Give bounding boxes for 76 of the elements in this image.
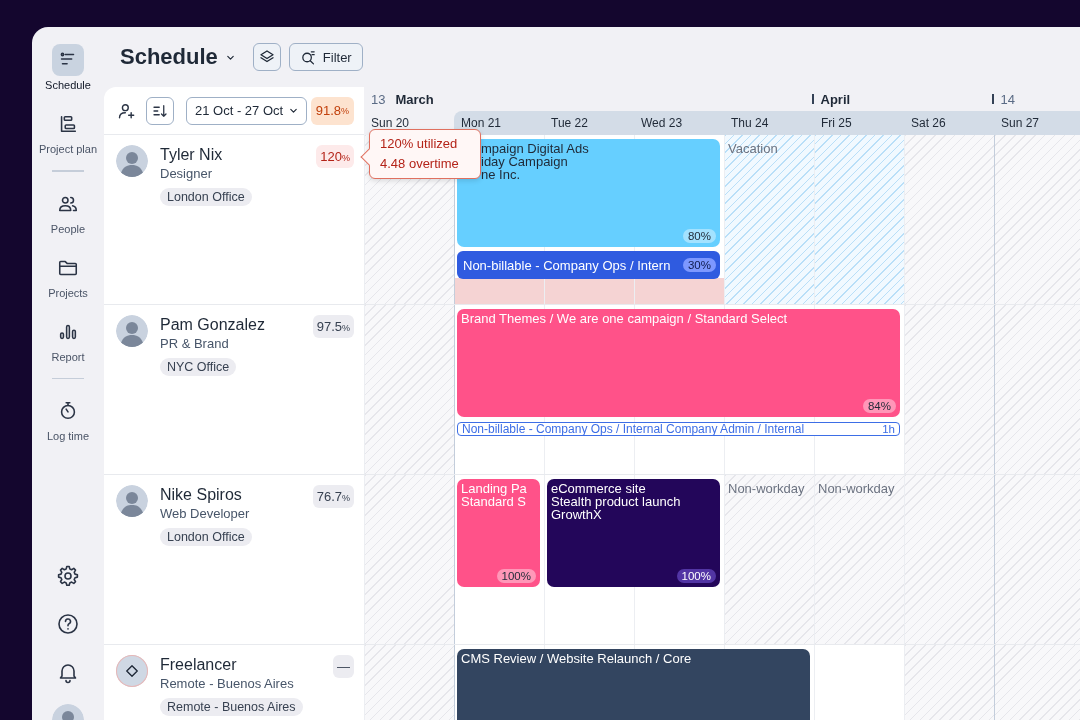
booking-card[interactable]: Brand Themes / We are one campaign / Standard Select 84% [457, 309, 900, 417]
person-role: Web Developer [160, 505, 250, 523]
day-header: Wed 23 [634, 111, 724, 135]
person-role: Designer [160, 165, 213, 183]
filter-icon [299, 48, 317, 66]
nav-item[interactable]: Project plan [38, 108, 98, 156]
booking-text: Standard S [461, 495, 527, 508]
booking-text: iday Campaign [481, 155, 568, 168]
booking-card[interactable]: CMS Review / Website Relaunch / Core [457, 649, 810, 720]
office-tag: London Office [160, 188, 252, 206]
utilization-badge: 76.7% [312, 485, 354, 508]
booking-text: Landing Pa [461, 482, 527, 495]
day-header: Mon 21 [454, 111, 544, 135]
layers-button[interactable] [252, 43, 281, 71]
person-name: Tyler Nix [160, 145, 223, 165]
hours-label: 1h [882, 423, 895, 435]
booking-text: ne Inc. [481, 168, 521, 181]
tooltip-line: 4.48 overtime [380, 156, 460, 172]
booking-text: Brand Themes / We are one campaign / Standard Select [461, 312, 788, 325]
filter-button[interactable]: Filter [288, 43, 363, 71]
booking-text: Non-billable - Company Ops / Intern [463, 257, 671, 273]
booking-card[interactable]: eCommerce site Stealth product launch GrowthX 100% [547, 479, 720, 587]
booking-card[interactable]: Landing Pa Standard S 100% [457, 479, 540, 587]
nav-item[interactable]: Projects [48, 251, 88, 300]
week-number: 14 [1000, 91, 1015, 107]
booking-text: GrowthX [551, 508, 602, 521]
day-header: Thu 24 [724, 111, 814, 135]
person-name: Pam Gonzalez [160, 315, 265, 335]
nav-item[interactable]: Log time [46, 395, 90, 443]
booking-text: eCommerce site [551, 482, 646, 495]
percent-badge: 100% [496, 569, 536, 583]
booking-text: CMS Review / Website Relaunch / Core [461, 652, 692, 665]
person-name: Nike Spiros [160, 485, 242, 505]
sort-button[interactable] [146, 96, 174, 125]
day-header: Sat 26 [904, 111, 994, 135]
percent-badge: 80% [682, 229, 716, 243]
day-header: Fri 25 [814, 111, 904, 135]
page-title: Schedule [120, 44, 218, 70]
nav-item[interactable]: People [50, 187, 86, 236]
person-name: Freelancer [160, 655, 237, 675]
tooltip-line: 120% utilized [380, 136, 459, 152]
week-number: 13 [371, 91, 386, 107]
nav-item[interactable]: Schedule [45, 44, 91, 92]
non-workday-label: Non-workday [818, 481, 895, 496]
day-header: Sun 27 [994, 111, 1080, 135]
day-header: Sun 20 [370, 115, 411, 132]
booking-text: mpaign Digital Ads [481, 142, 589, 155]
person-role: Remote - Buenos Aires [160, 675, 294, 693]
utilization-badge: 97.5% [312, 315, 354, 338]
non-workday-label: Non-workday [728, 481, 805, 496]
booking-text: Stealth product launch [551, 495, 681, 508]
tick-mark [812, 94, 814, 104]
month-label: March [395, 91, 434, 107]
utilization-badge: 120% [316, 145, 354, 168]
nav-item[interactable]: Report [51, 315, 85, 364]
booking-text: Non-billable - Company Ops / Internal Company Admin / Internal [462, 423, 805, 435]
vacation-label: Vacation [728, 141, 778, 156]
booking-card[interactable]: mpaign Digital Ads iday Campaign ne Inc. 80% [457, 139, 720, 247]
booking-outline[interactable]: Non-billable - Company Ops / Internal Company Admin / Internal 1h [457, 422, 900, 436]
day-header: Tue 22 [544, 111, 634, 135]
date-range-select[interactable]: 21 Oct - 27 Oct [186, 96, 308, 125]
utilization-badge: — [333, 655, 354, 678]
percent-badge: 84% [862, 399, 896, 413]
settings-icon[interactable] [56, 564, 80, 588]
utilization-badge: 91.8% [310, 96, 354, 125]
percent-badge: 30% [682, 258, 716, 272]
help-icon[interactable] [56, 612, 80, 636]
office-tag: London Office [160, 528, 252, 546]
month-label: April [820, 91, 851, 107]
person-role: PR & Brand [160, 335, 229, 353]
percent-badge: 100% [676, 569, 716, 583]
timeline-icon [52, 44, 84, 76]
office-tag: NYC Office [160, 358, 237, 376]
booking-bar[interactable]: Non-billable - Company Ops / Intern 30% [457, 251, 720, 279]
office-tag: Remote - Buenos Aires [160, 698, 303, 716]
tick-mark [992, 94, 994, 104]
